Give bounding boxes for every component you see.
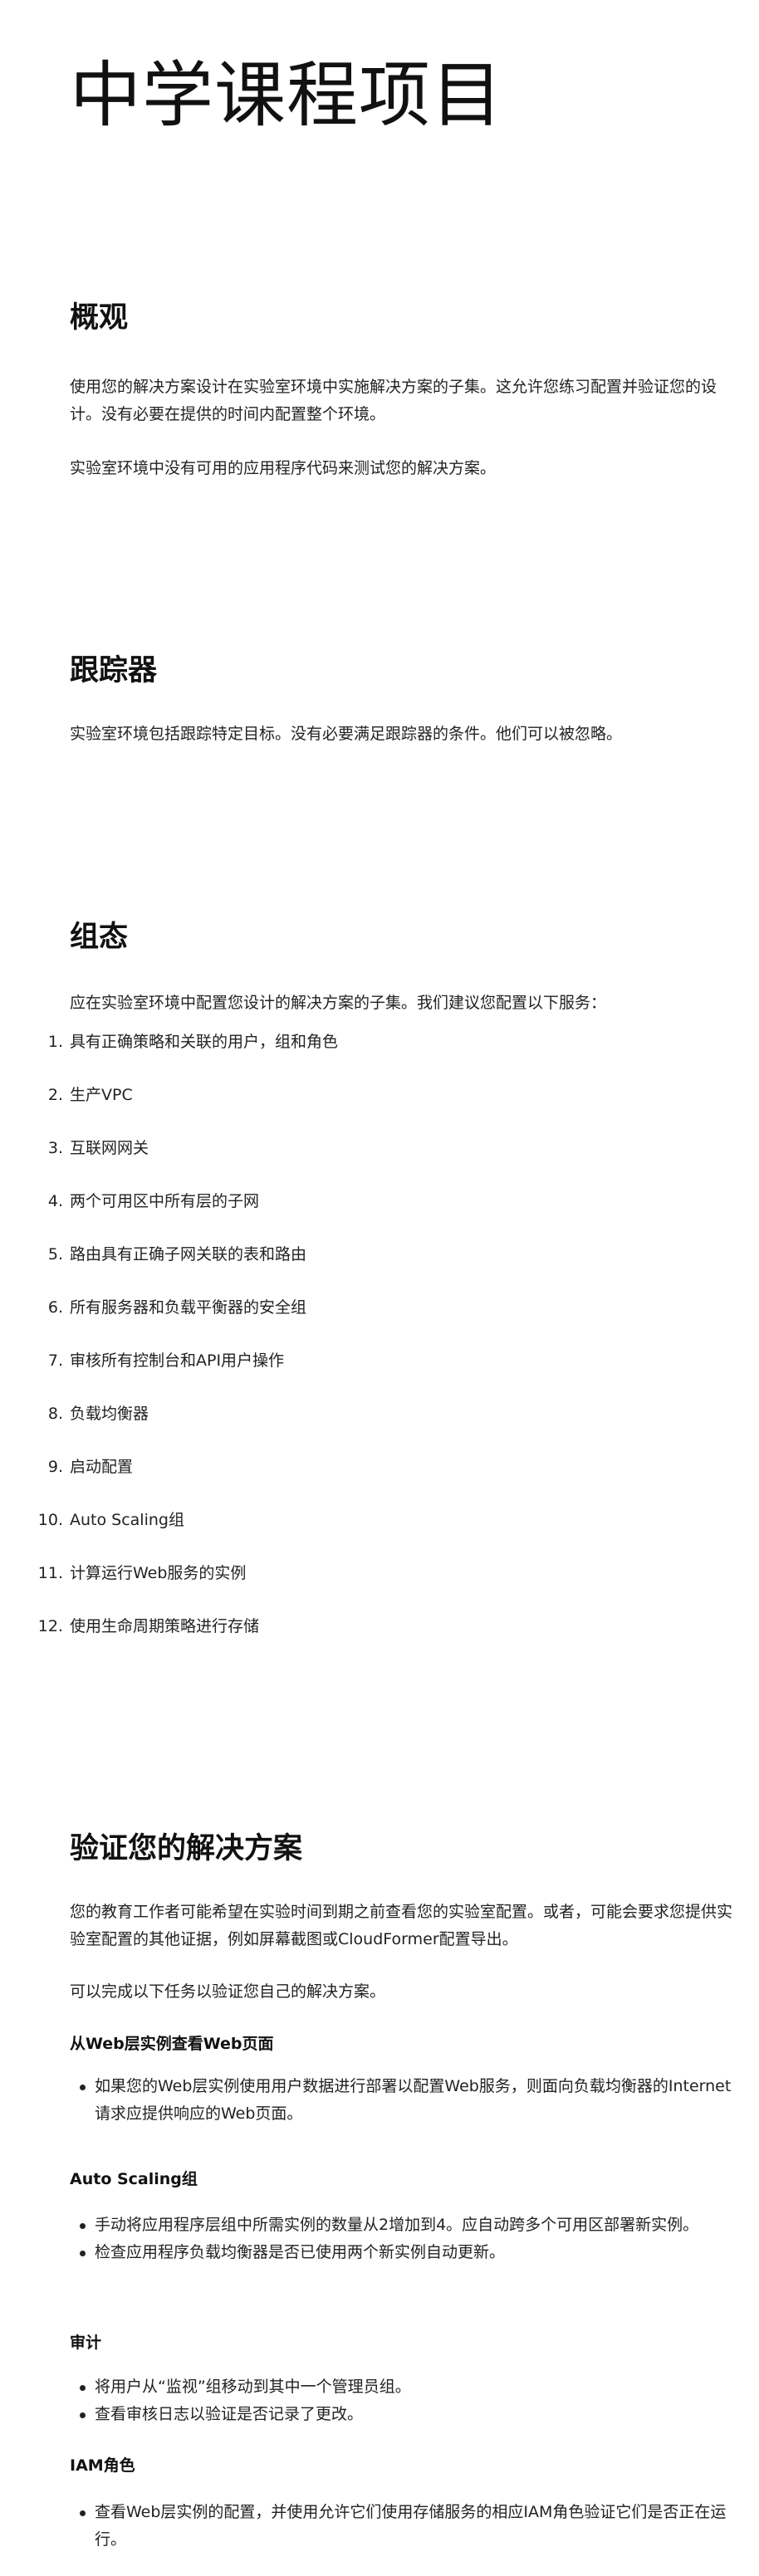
iam-role-subheading: IAM角色 bbox=[70, 2456, 135, 2475]
list-item-text: 两个可用区中所有层的子网 bbox=[70, 1192, 260, 1210]
web-page-subheading: 从Web层实例查看Web页面 bbox=[70, 2035, 274, 2053]
list-item-text: 具有正确策略和关联的用户，组和角色 bbox=[70, 1033, 339, 1051]
list-item-text: 启动配置 bbox=[70, 1458, 134, 1476]
list-item: 12. 使用生命周期策略进行存储 bbox=[0, 1614, 759, 1667]
list-item: 11. 计算运行Web服务的实例 bbox=[0, 1561, 759, 1614]
list-item-text: 所有服务器和负载平衡器的安全组 bbox=[70, 1298, 307, 1317]
list-item-number: 12. bbox=[37, 1617, 63, 1635]
web-page-bullets: 如果您的Web层实例使用用户数据进行部署以配置Web服务，则面向负载均衡器的In… bbox=[0, 2073, 759, 2128]
trackers-heading: 跟踪器 bbox=[70, 654, 158, 687]
list-item: 3. 互联网网关 bbox=[0, 1136, 759, 1189]
config-steps-list: 1. 具有正确策略和关联的用户，组和角色 2. 生产VPC 3. 互联网网关 4. 两个… bbox=[0, 1029, 759, 1667]
list-item-text: 将用户从“监视”组移动到其中一个管理员组。 bbox=[95, 2378, 411, 2396]
list-item-number: 6. bbox=[47, 1298, 63, 1317]
overview-paragraph-2: 实验室环境中没有可用的应用程序代码来测试您的解决方案。 bbox=[70, 459, 497, 477]
list-item-number: 2. bbox=[47, 1086, 63, 1104]
overview-heading: 概观 bbox=[70, 301, 129, 335]
verify-paragraph-2: 可以完成以下任务以验证您自己的解决方案。 bbox=[70, 1982, 386, 2001]
list-item: 6. 所有服务器和负载平衡器的安全组 bbox=[0, 1295, 759, 1348]
list-item-text: 计算运行Web服务的实例 bbox=[70, 1564, 247, 1582]
list-item: 如果您的Web层实例使用用户数据进行部署以配置Web服务，则面向负载均衡器的In… bbox=[0, 2073, 759, 2128]
list-item: 手动将应用程序层组中所需实例的数量从2增加到4。应自动跨多个可用区部署新实例。 bbox=[0, 2212, 759, 2239]
page-title: 中学课程项目 bbox=[70, 54, 503, 137]
list-item-number: 3. bbox=[47, 1139, 63, 1157]
list-item-number: 4. bbox=[47, 1192, 63, 1210]
list-item-text: 生产VPC bbox=[70, 1086, 133, 1104]
list-item: 9. 启动配置 bbox=[0, 1454, 759, 1508]
list-item-text: 审核所有控制台和API用户操作 bbox=[70, 1352, 285, 1370]
list-item: 1. 具有正确策略和关联的用户，组和角色 bbox=[0, 1029, 759, 1083]
iam-role-bullets: 查看Web层实例的配置，并使用允许它们使用存储服务的相应IAM角色验证它们是否正… bbox=[0, 2499, 759, 2554]
list-item: 4. 两个可用区中所有层的子网 bbox=[0, 1189, 759, 1242]
list-item-text: 负载均衡器 bbox=[70, 1405, 149, 1423]
autoscaling-bullets: 手动将应用程序层组中所需实例的数量从2增加到4。应自动跨多个可用区部署新实例。 … bbox=[0, 2212, 759, 2266]
trackers-paragraph: 实验室环境包括跟踪特定目标。没有必要满足跟踪器的条件。他们可以被忽略。 bbox=[70, 725, 623, 743]
bullet-icon bbox=[80, 2085, 86, 2090]
list-item: 5. 路由具有正确子网关联的表和路由 bbox=[0, 1242, 759, 1295]
list-item-number: 8. bbox=[47, 1405, 63, 1423]
list-item-text: 使用生命周期策略进行存储 bbox=[70, 1617, 260, 1635]
list-item: 将用户从“监视”组移动到其中一个管理员组。 bbox=[0, 2373, 759, 2401]
list-item: 2. 生产VPC bbox=[0, 1083, 759, 1136]
list-item: 查看审核日志以验证是否记录了更改。 bbox=[0, 2401, 759, 2428]
bullet-icon bbox=[80, 2385, 86, 2391]
list-item-number: 1. bbox=[47, 1033, 63, 1051]
list-item-number: 11. bbox=[37, 1564, 63, 1582]
list-item-text: 互联网网关 bbox=[70, 1139, 149, 1157]
list-item: 查看Web层实例的配置，并使用允许它们使用存储服务的相应IAM角色验证它们是否正… bbox=[0, 2499, 759, 2554]
list-item-text: 检查应用程序负载均衡器是否已使用两个新实例自动更新。 bbox=[95, 2243, 506, 2261]
verify-paragraph-1: 您的教育工作者可能希望在实验时间到期之前查看您的实验室配置。或者，可能会要求您提… bbox=[70, 1903, 733, 1948]
list-item-text: 如果您的Web层实例使用用户数据进行部署以配置Web服务，则面向负载均衡器的In… bbox=[95, 2077, 732, 2123]
list-item-text: 查看Web层实例的配置，并使用允许它们使用存储服务的相应IAM角色验证它们是否正… bbox=[95, 2503, 727, 2549]
list-item-number: 10. bbox=[37, 1511, 63, 1529]
list-item-text: 路由具有正确子网关联的表和路由 bbox=[70, 1245, 307, 1264]
audit-subheading: 审计 bbox=[70, 2334, 102, 2352]
list-item: 8. 负载均衡器 bbox=[0, 1401, 759, 1454]
list-item: 7. 审核所有控制台和API用户操作 bbox=[0, 1348, 759, 1401]
list-item-text: Auto Scaling组 bbox=[70, 1511, 184, 1529]
bullet-icon bbox=[80, 2510, 86, 2516]
list-item-number: 5. bbox=[47, 1245, 63, 1264]
overview-paragraph-1: 使用您的解决方案设计在实验室环境中实施解决方案的子集。这允许您练习配置并验证您的… bbox=[70, 378, 717, 423]
config-heading: 组态 bbox=[70, 921, 129, 954]
list-item: 10. Auto Scaling组 bbox=[0, 1508, 759, 1561]
bullet-icon bbox=[80, 2251, 86, 2256]
document-page: 中学课程项目 概观 使用您的解决方案设计在实验室环境中实施解决方案的子集。这允许… bbox=[0, 0, 759, 2576]
bullet-icon bbox=[80, 2412, 86, 2418]
audit-bullets: 将用户从“监视”组移动到其中一个管理员组。 查看审核日志以验证是否记录了更改。 bbox=[0, 2373, 759, 2428]
list-item-text: 手动将应用程序层组中所需实例的数量从2增加到4。应自动跨多个可用区部署新实例。 bbox=[95, 2216, 699, 2234]
verify-heading: 验证您的解决方案 bbox=[70, 1832, 303, 1865]
list-item-number: 7. bbox=[47, 1352, 63, 1370]
list-item-number: 9. bbox=[47, 1458, 63, 1476]
list-item-text: 查看审核日志以验证是否记录了更改。 bbox=[95, 2405, 364, 2423]
bullet-icon bbox=[80, 2223, 86, 2229]
config-intro: 应在实验室环境中配置您设计的解决方案的子集。我们建议您配置以下服务： bbox=[70, 994, 607, 1012]
list-item: 检查应用程序负载均衡器是否已使用两个新实例自动更新。 bbox=[0, 2239, 759, 2266]
autoscaling-subheading: Auto Scaling组 bbox=[70, 2170, 198, 2188]
